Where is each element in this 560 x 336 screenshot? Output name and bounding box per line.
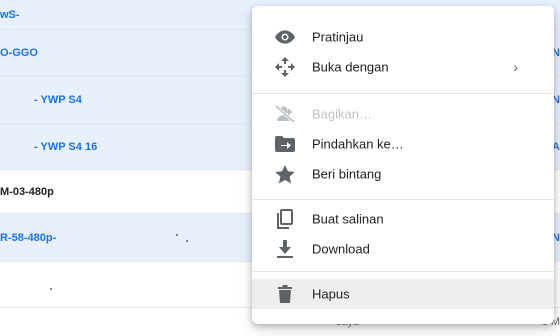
file-name[interactable]: - YWP S4 bbox=[34, 94, 82, 106]
copy-icon bbox=[274, 208, 296, 230]
dot-fragment bbox=[186, 240, 188, 242]
menu-item-share[interactable]: Bagikan… bbox=[252, 99, 554, 129]
move-arrows-icon bbox=[274, 56, 296, 78]
star-icon bbox=[274, 163, 296, 185]
file-name[interactable]: wS- bbox=[0, 9, 20, 21]
menu-item-open-with[interactable]: Buka dengan › bbox=[252, 52, 554, 82]
eye-icon bbox=[274, 26, 296, 48]
dot-fragment bbox=[50, 288, 52, 290]
menu-item-label: Bagikan… bbox=[312, 106, 372, 122]
download-icon bbox=[274, 238, 296, 260]
menu-item-label: Pratinjau bbox=[312, 29, 364, 45]
share-person-icon bbox=[274, 103, 296, 125]
scrollbar[interactable] bbox=[556, 0, 560, 336]
dot-fragment bbox=[176, 234, 178, 236]
context-menu: Pratinjau Buka dengan › Bagikan… Pindahk… bbox=[252, 6, 554, 324]
menu-item-delete[interactable]: Hapus bbox=[252, 279, 554, 309]
menu-divider bbox=[252, 271, 554, 272]
menu-item-star[interactable]: Beri bintang bbox=[252, 159, 554, 189]
file-name[interactable]: - YWP S4 16 bbox=[34, 141, 97, 153]
menu-item-label: Buka dengan bbox=[312, 59, 389, 75]
menu-item-download[interactable]: Download bbox=[252, 234, 554, 264]
menu-divider bbox=[252, 199, 554, 200]
menu-item-move-to[interactable]: Pindahkan ke… bbox=[252, 129, 554, 159]
file-name[interactable]: M-03-480p bbox=[0, 186, 54, 198]
menu-item-make-copy[interactable]: Buat salinan bbox=[252, 204, 554, 234]
menu-item-label: Beri bintang bbox=[312, 166, 382, 182]
menu-item-label: Download bbox=[312, 241, 370, 257]
menu-item-label: Hapus bbox=[312, 286, 350, 302]
menu-item-label: Buat salinan bbox=[312, 211, 384, 227]
chevron-right-icon: › bbox=[513, 59, 518, 75]
menu-item-label: Pindahkan ke… bbox=[312, 136, 404, 152]
file-name[interactable]: O-GGO bbox=[0, 47, 38, 59]
file-name[interactable]: R-58-480p- bbox=[0, 232, 56, 244]
trash-icon bbox=[274, 283, 296, 305]
menu-divider bbox=[252, 93, 554, 94]
folder-move-icon bbox=[274, 133, 296, 155]
menu-item-preview[interactable]: Pratinjau bbox=[252, 22, 554, 52]
